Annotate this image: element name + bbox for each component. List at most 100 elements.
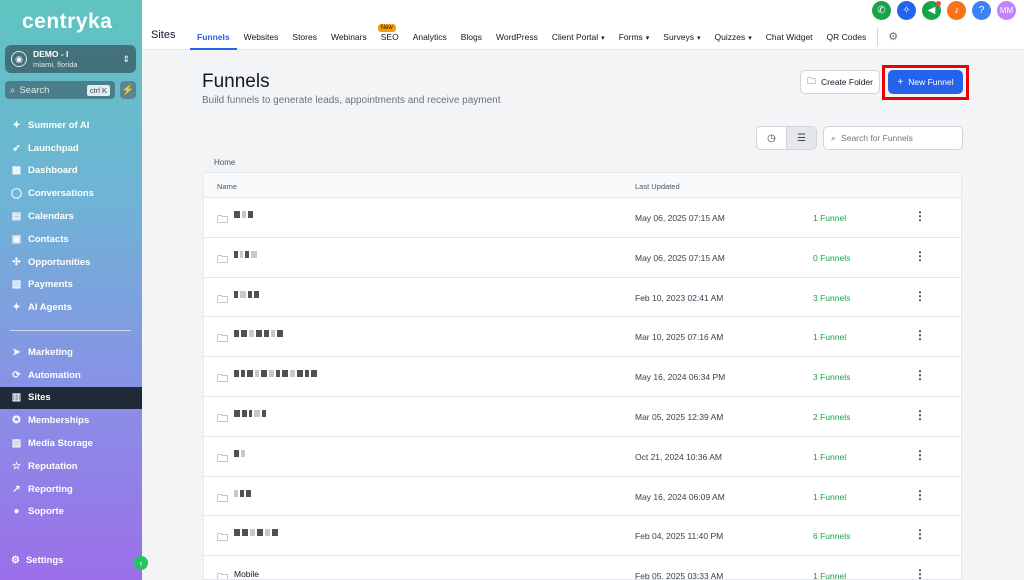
redacted-folder-name[interactable]	[234, 330, 283, 338]
sidebar-item-marketing[interactable]: ➤ Marketing	[0, 341, 142, 364]
redacted-folder-name[interactable]	[234, 211, 253, 219]
create-folder-button[interactable]: 🗀 Create Folder	[800, 70, 880, 94]
tab-analytics[interactable]: Analytics	[406, 22, 454, 50]
bell-icon[interactable]: ♪	[947, 1, 966, 20]
account-switcher[interactable]: ◉ DEMO - I miami, florida ⇕	[5, 45, 136, 73]
user-avatar[interactable]: MM	[997, 1, 1016, 20]
table-row[interactable]: 🗀 May 06, 2025 07:15 AM 0 Funnels ⋮	[204, 238, 961, 278]
sidebar-search[interactable]: ⌕ Search ctrl K	[5, 81, 115, 99]
sidebar-item-reputation[interactable]: ☆ Reputation	[0, 455, 142, 478]
more-options-icon[interactable]: ⋮	[914, 567, 926, 579]
sidebar-item-conversations[interactable]: ◯ Conversations	[0, 182, 142, 205]
collapse-sidebar-icon[interactable]: ‹	[134, 556, 148, 570]
tab-client-portal[interactable]: Client Portal ▾	[545, 22, 612, 50]
folder-name[interactable]: Mobile	[234, 569, 259, 579]
table-row[interactable]: 🗀 Feb 04, 2025 11:40 PM 6 Funnels ⋮	[204, 516, 961, 557]
more-options-icon[interactable]: ⋮	[914, 249, 926, 263]
funnel-count[interactable]: 1 Funnel	[813, 213, 846, 223]
sidebar-item-summer-of-ai[interactable]: ✦ Summer of AI	[0, 114, 142, 137]
recent-view-clock-icon[interactable]: ◷	[757, 127, 786, 149]
redacted-folder-name[interactable]	[234, 409, 266, 418]
settings-label: Settings	[25, 555, 64, 566]
more-options-icon[interactable]: ⋮	[914, 209, 926, 223]
table-row[interactable]: 🗀 Mar 10, 2025 07:16 AM 1 Funnel ⋮	[204, 317, 961, 358]
redacted-folder-name[interactable]	[234, 250, 257, 259]
sidebar-item-dashboard[interactable]: ▦ Dashboard	[0, 160, 142, 183]
new-funnel-button[interactable]: + New Funnel	[888, 70, 963, 94]
funnel-count[interactable]: 2 Funnels	[813, 412, 850, 422]
tab-chat-widget[interactable]: Chat Widget	[759, 22, 820, 50]
tab-blogs[interactable]: Blogs	[454, 22, 489, 50]
redacted-folder-name[interactable]	[234, 529, 278, 537]
tab-forms[interactable]: Forms ▾	[612, 22, 657, 50]
more-options-icon[interactable]: ⋮	[914, 488, 926, 502]
table-row[interactable]: 🗀 May 16, 2024 06:34 PM 3 Funnels ⋮	[204, 357, 961, 397]
tab-websites[interactable]: Websites	[237, 22, 286, 50]
rocket-icon: ➶	[12, 142, 21, 154]
column-header-name[interactable]: Name	[217, 182, 237, 191]
megaphone-icon[interactable]: ◀	[922, 1, 941, 20]
sidebar-item-calendars[interactable]: ▤ Calendars	[0, 205, 142, 228]
column-header-last-updated[interactable]: Last Updated	[635, 182, 680, 191]
redacted-folder-name[interactable]	[234, 290, 259, 299]
tab-webinars[interactable]: Webinars	[324, 22, 374, 50]
last-updated: May 16, 2024 06:34 PM	[635, 372, 726, 383]
tab-surveys[interactable]: Surveys ▾	[656, 22, 707, 50]
sidebar-item-memberships[interactable]: ✪ Memberships	[0, 409, 142, 432]
table-row[interactable]: 🗀 Feb 10, 2023 02:41 AM 3 Funnels ⋮	[204, 278, 961, 318]
list-view-icon[interactable]: ☰	[786, 127, 816, 149]
funnel-count[interactable]: 1 Funnel	[813, 492, 846, 502]
sidebar-item-contacts[interactable]: ▣ Contacts	[0, 228, 142, 251]
sidebar-item-media-storage[interactable]: ▨ Media Storage	[0, 432, 142, 455]
sidebar-item-opportunities[interactable]: ✣ Opportunities	[0, 251, 142, 274]
more-options-icon[interactable]: ⋮	[914, 289, 926, 303]
magic-icon[interactable]: ✧	[897, 1, 916, 20]
more-options-icon[interactable]: ⋮	[914, 448, 926, 462]
gear-icon[interactable]: ⚙	[882, 22, 904, 50]
funnel-search-input[interactable]	[841, 133, 952, 143]
table-row[interactable]: 🗀 Mobile Feb 05, 2025 03:33 AM 1 Funnel ⋮	[204, 556, 961, 579]
funnel-count[interactable]: 3 Funnels	[813, 372, 850, 382]
tab-seo[interactable]: New SEO	[374, 22, 406, 50]
funnel-search-field[interactable]: ⌕	[823, 126, 963, 150]
tab-funnels[interactable]: Funnels	[190, 22, 237, 50]
account-location: miami, florida	[33, 59, 78, 69]
funnel-count[interactable]: 6 Funnels	[813, 531, 850, 541]
sidebar-item-automation[interactable]: ⟳ Automation	[0, 364, 142, 387]
last-updated: Mar 05, 2025 12:39 AM	[635, 411, 724, 422]
sidebar-item-settings[interactable]: ⚙ Settings	[11, 555, 63, 566]
tab-qr-codes[interactable]: QR Codes	[820, 22, 874, 50]
phone-icon[interactable]: ✆	[872, 1, 891, 20]
breadcrumb[interactable]: Home	[214, 158, 235, 167]
sidebar-item-soporte[interactable]: ● Soporte	[0, 501, 142, 524]
funnel-count[interactable]: 1 Funnel	[813, 571, 846, 579]
table-row[interactable]: 🗀 Mar 05, 2025 12:39 AM 2 Funnels ⋮	[204, 397, 961, 437]
funnel-count[interactable]: 0 Funnels	[813, 253, 850, 263]
sidebar-item-sites[interactable]: ▥ Sites	[0, 386, 142, 410]
quick-action-bolt-icon[interactable]: ⚡	[120, 81, 136, 99]
sidebar-item-reporting[interactable]: ↗ Reporting	[0, 478, 142, 501]
sidebar-item-launchpad[interactable]: ➶ Launchpad	[0, 137, 142, 160]
more-options-icon[interactable]: ⋮	[914, 408, 926, 422]
table-row[interactable]: 🗀 Oct 21, 2024 10:36 AM 1 Funnel ⋮	[204, 437, 961, 477]
redacted-folder-name[interactable]	[234, 489, 251, 498]
funnel-count[interactable]: 3 Funnels	[813, 293, 850, 303]
help-icon[interactable]: ?	[972, 1, 991, 20]
more-options-icon[interactable]: ⋮	[914, 368, 926, 382]
redacted-folder-name[interactable]	[234, 449, 245, 458]
more-options-icon[interactable]: ⋮	[914, 328, 926, 342]
shortcut-badge: ctrl K	[86, 84, 110, 96]
table-row[interactable]: 🗀 May 16, 2024 06:09 AM 1 Funnel ⋮	[204, 477, 961, 517]
tab-stores[interactable]: Stores	[285, 22, 324, 50]
table-row[interactable]: 🗀 May 06, 2025 07:15 AM 1 Funnel ⋮	[204, 198, 961, 238]
sidebar-item-ai-agents[interactable]: ✦ AI Agents	[0, 296, 142, 319]
brand-logo[interactable]: centryka.	[22, 10, 119, 34]
chat-icon: ◯	[10, 188, 23, 200]
tab-wordpress[interactable]: WordPress	[489, 22, 545, 50]
tab-quizzes[interactable]: Quizzes ▾	[708, 22, 759, 50]
more-options-icon[interactable]: ⋮	[914, 527, 926, 541]
redacted-folder-name[interactable]	[234, 370, 317, 378]
funnel-count[interactable]: 1 Funnel	[813, 332, 846, 342]
funnel-count[interactable]: 1 Funnel	[813, 452, 846, 462]
sidebar-item-payments[interactable]: ▧ Payments	[0, 274, 142, 297]
